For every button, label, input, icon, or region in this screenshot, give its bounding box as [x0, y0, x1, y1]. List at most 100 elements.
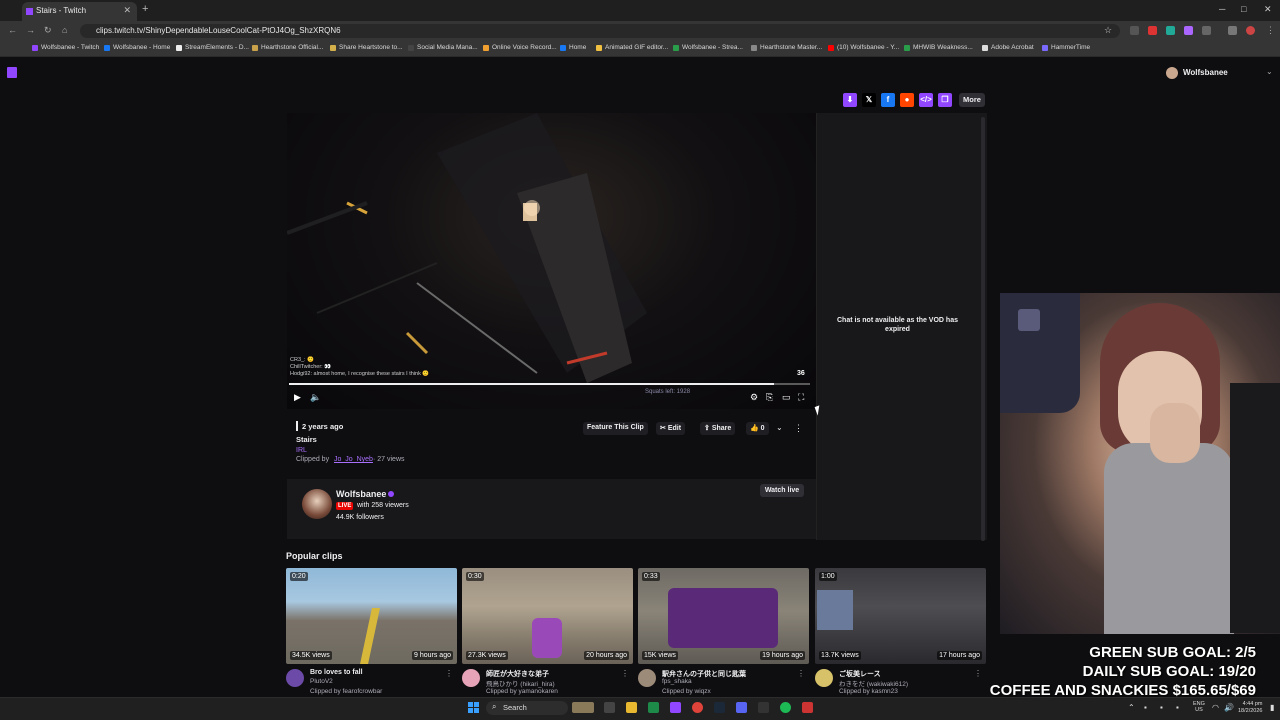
task-view-icon[interactable]	[604, 702, 615, 713]
embed-code-icon[interactable]: </>	[919, 93, 933, 107]
clip-category-link[interactable]: IRL	[296, 447, 307, 454]
chevron-down-icon[interactable]: ⌄	[1266, 67, 1273, 76]
twitch-logo-icon[interactable]	[7, 67, 17, 78]
channel-avatar[interactable]	[462, 669, 480, 687]
clip-channel[interactable]: 飛鳥ひかり (hikari_hira)	[486, 678, 555, 688]
clip-channel[interactable]: fps_shaka	[662, 678, 692, 685]
clock[interactable]: 4:44 pm 18/2/2026	[1238, 701, 1262, 715]
clip-title[interactable]: Bro loves to fall	[310, 669, 363, 676]
clipper-link[interactable]: Jo_Jo_Nyeb	[334, 456, 373, 463]
browser-tab[interactable]: Stairs - Twitch ✕	[22, 2, 137, 21]
chevron-down-icon[interactable]: ⌄	[776, 423, 783, 432]
profile-icon[interactable]	[1246, 26, 1255, 35]
channel-avatar[interactable]	[815, 669, 833, 687]
volume-icon[interactable]: 🔊	[1224, 703, 1234, 712]
more-options-icon[interactable]: ⋮	[797, 669, 805, 678]
share-button[interactable]: ⇪ Share	[700, 422, 736, 435]
taskbar-search[interactable]: ⌕ Search	[486, 701, 568, 715]
settings-gear-icon[interactable]: ⚙	[750, 392, 758, 403]
download-icon[interactable]: ⬇	[843, 93, 857, 107]
wifi-icon[interactable]: ◠	[1212, 703, 1219, 712]
discord-icon[interactable]	[736, 702, 747, 713]
steam-icon[interactable]	[714, 702, 725, 713]
edit-button[interactable]: ✂ Edit	[656, 422, 686, 435]
app-icon[interactable]	[648, 702, 659, 713]
bookmark-item[interactable]: Online Voice Record...	[483, 44, 557, 51]
clip-card[interactable]: 0:30 27.3K views 20 hours ago 師匠が大好きな弟子 …	[462, 568, 633, 695]
clip-channel[interactable]: わきをだ (wakiwaki612)	[839, 678, 908, 688]
chrome-icon[interactable]	[692, 702, 703, 713]
feature-clip-button[interactable]: Feature This Clip	[583, 422, 648, 435]
url-field[interactable]: clips.twitch.tv/ShinyDependableLouseCool…	[80, 24, 1120, 38]
bookmark-item[interactable]: Share Heartstone to...	[330, 44, 403, 51]
minimize-icon[interactable]: ─	[1219, 4, 1225, 14]
back-icon[interactable]: ←	[8, 25, 17, 35]
bookmark-star-icon[interactable]: ☆	[1104, 25, 1112, 36]
user-avatar[interactable]	[1166, 67, 1178, 79]
tray-app-icon[interactable]: ▪	[1160, 703, 1163, 712]
bookmark-item[interactable]: Wolfsbanee - Twitch	[32, 44, 99, 51]
spotify-icon[interactable]	[780, 702, 791, 713]
clip-card[interactable]: 0:20 34.5K views 9 hours ago Bro loves t…	[286, 568, 457, 695]
more-options-icon[interactable]: ⋮	[621, 669, 629, 678]
like-button[interactable]: 👍 0	[746, 422, 769, 435]
clip-thumbnail[interactable]: 0:20 34.5K views 9 hours ago	[286, 568, 457, 664]
play-icon[interactable]: ▶	[294, 392, 301, 403]
bookmark-item[interactable]: (10) Wolfsbanee - Y...	[828, 44, 899, 51]
bookmark-item[interactable]: Wolfsbanee - Strea...	[673, 44, 743, 51]
bookmark-item[interactable]: Wolfsbanee - Home	[104, 44, 170, 51]
clip-card[interactable]: 0:33 15K views 19 hours ago 駅弁さんの子供と同じ匙葉…	[638, 568, 809, 695]
channel-avatar[interactable]	[302, 489, 332, 519]
watch-live-button[interactable]: Watch live	[760, 484, 804, 497]
app-icon[interactable]	[670, 702, 681, 713]
facebook-share-icon[interactable]: f	[881, 93, 895, 107]
app-icon[interactable]	[802, 702, 813, 713]
extension-icon[interactable]	[1148, 26, 1157, 35]
reload-icon[interactable]: ↻	[44, 25, 52, 36]
bookmark-item[interactable]: Hearthstone Master...	[751, 44, 822, 51]
extension-icon[interactable]	[1202, 26, 1211, 35]
extension-icon[interactable]	[1166, 26, 1175, 35]
notifications-icon[interactable]: ▮	[1270, 703, 1274, 712]
close-tab-icon[interactable]: ✕	[123, 5, 131, 16]
file-explorer-icon[interactable]	[626, 702, 637, 713]
reddit-share-icon[interactable]: ●	[900, 93, 914, 107]
copy-link-icon[interactable]: ❐	[938, 93, 952, 107]
x-share-icon[interactable]: 𝕏	[862, 93, 876, 107]
bookmark-item[interactable]: MHWIB Weakness...	[904, 44, 973, 51]
forward-icon[interactable]: →	[26, 25, 35, 35]
username-label[interactable]: Wolfsbanee	[1183, 68, 1228, 77]
more-share-button[interactable]: More	[959, 93, 985, 107]
widgets-icon[interactable]	[572, 702, 594, 713]
bookmark-item[interactable]: StreamElements - D...	[176, 44, 249, 51]
bookmark-item[interactable]: Adobe Acrobat	[982, 44, 1034, 51]
new-tab-button[interactable]: +	[142, 3, 148, 15]
tray-app-icon[interactable]: ▪	[1176, 703, 1179, 712]
channel-avatar[interactable]	[638, 669, 656, 687]
bookmark-item[interactable]: Hearthstone Official...	[252, 44, 323, 51]
clip-card[interactable]: 1:00 13.7K views 17 hours ago ご坂美レース わきを…	[815, 568, 986, 695]
extension-icon[interactable]	[1228, 26, 1237, 35]
chat-scrollbar[interactable]	[981, 117, 985, 541]
clip-channel[interactable]: PlutoV2	[310, 678, 333, 685]
volume-icon[interactable]: 🔈	[310, 392, 321, 403]
tray-chevron-icon[interactable]: ⌃	[1128, 703, 1135, 712]
clip-icon[interactable]: ⎘	[766, 392, 773, 403]
extension-icon[interactable]	[1130, 26, 1139, 35]
more-options-icon[interactable]: ⋮	[445, 669, 453, 678]
home-icon[interactable]: ⌂	[62, 25, 67, 35]
theatre-mode-icon[interactable]: ▭	[782, 392, 791, 403]
bookmark-item[interactable]: Social Media Mana...	[408, 44, 478, 51]
bookmark-item[interactable]: HammerTime	[1042, 44, 1090, 51]
close-window-icon[interactable]: ✕	[1264, 4, 1272, 15]
menu-kebab-icon[interactable]: ⋮	[1266, 25, 1275, 36]
bookmark-item[interactable]: Animated GIF editor...	[596, 44, 668, 51]
bookmark-item[interactable]: Home	[560, 44, 586, 51]
more-options-icon[interactable]: ⋮	[974, 669, 982, 678]
maximize-icon[interactable]: □	[1241, 4, 1246, 14]
channel-avatar[interactable]	[286, 669, 304, 687]
channel-name[interactable]: Wolfsbanee	[336, 489, 386, 499]
clip-video-player[interactable]: CR3_: 🙂 ChillTwitcher: 👀 Hodgi92: almost…	[287, 113, 816, 409]
obs-icon[interactable]	[758, 702, 769, 713]
fullscreen-icon[interactable]: ⛶	[798, 392, 804, 403]
